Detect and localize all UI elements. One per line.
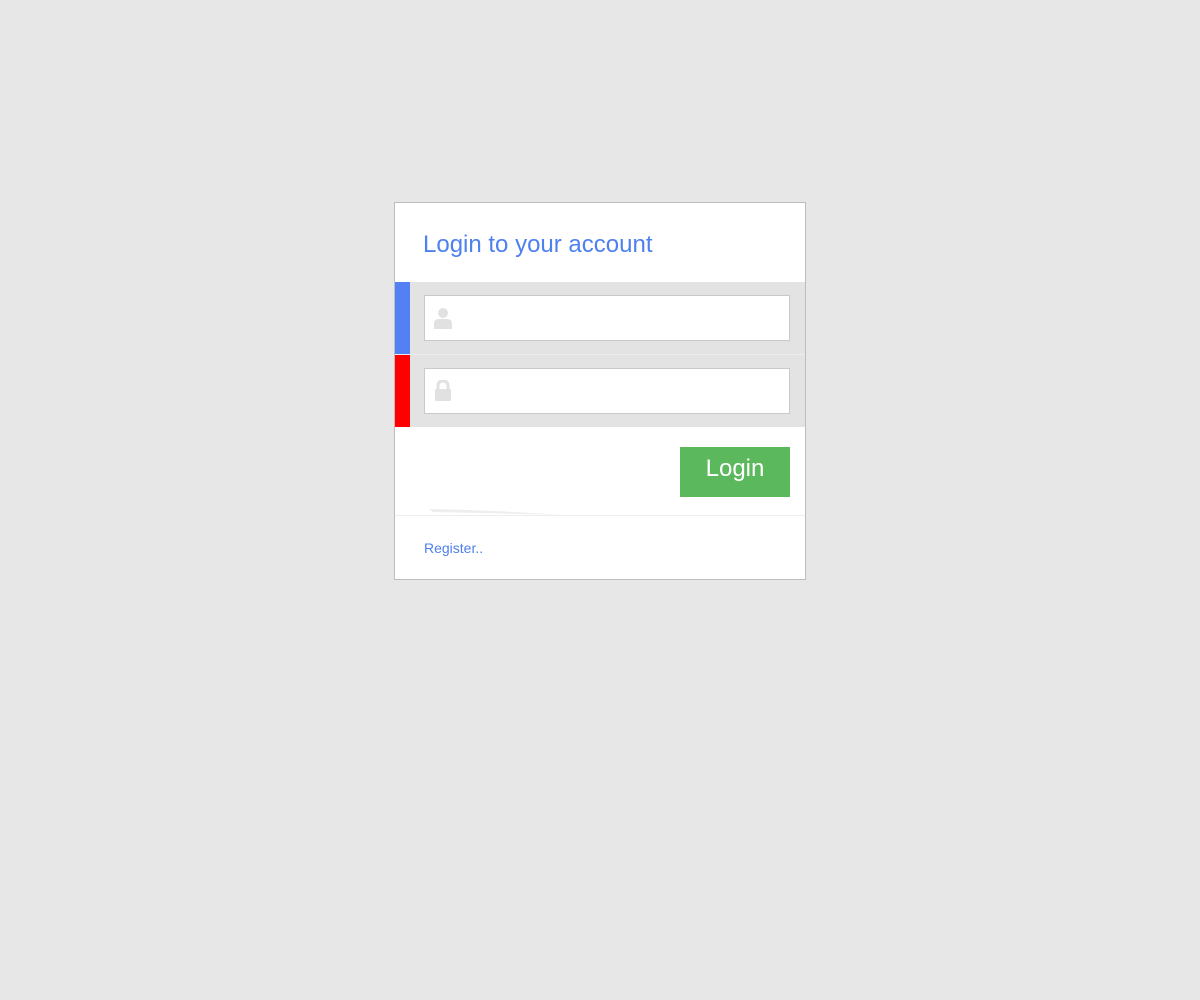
login-card-footer: Register.. [395, 516, 805, 578]
login-button[interactable]: Login [680, 447, 790, 497]
password-row [395, 355, 805, 427]
user-icon [434, 308, 452, 329]
username-field-wrapper [424, 295, 790, 341]
username-row [395, 282, 805, 355]
lock-icon [435, 380, 451, 401]
login-card: Login to your account Login Register.. [394, 202, 806, 580]
password-input[interactable] [457, 369, 783, 413]
page-title: Login to your account [423, 231, 653, 258]
password-field-wrapper [424, 368, 790, 414]
decorative-streak [429, 509, 565, 515]
login-action-row: Login [395, 427, 805, 516]
username-input[interactable] [457, 296, 783, 340]
username-accent-bar [395, 282, 410, 354]
register-link[interactable]: Register.. [424, 540, 483, 556]
password-accent-bar [395, 355, 410, 427]
login-card-header: Login to your account [395, 203, 805, 282]
